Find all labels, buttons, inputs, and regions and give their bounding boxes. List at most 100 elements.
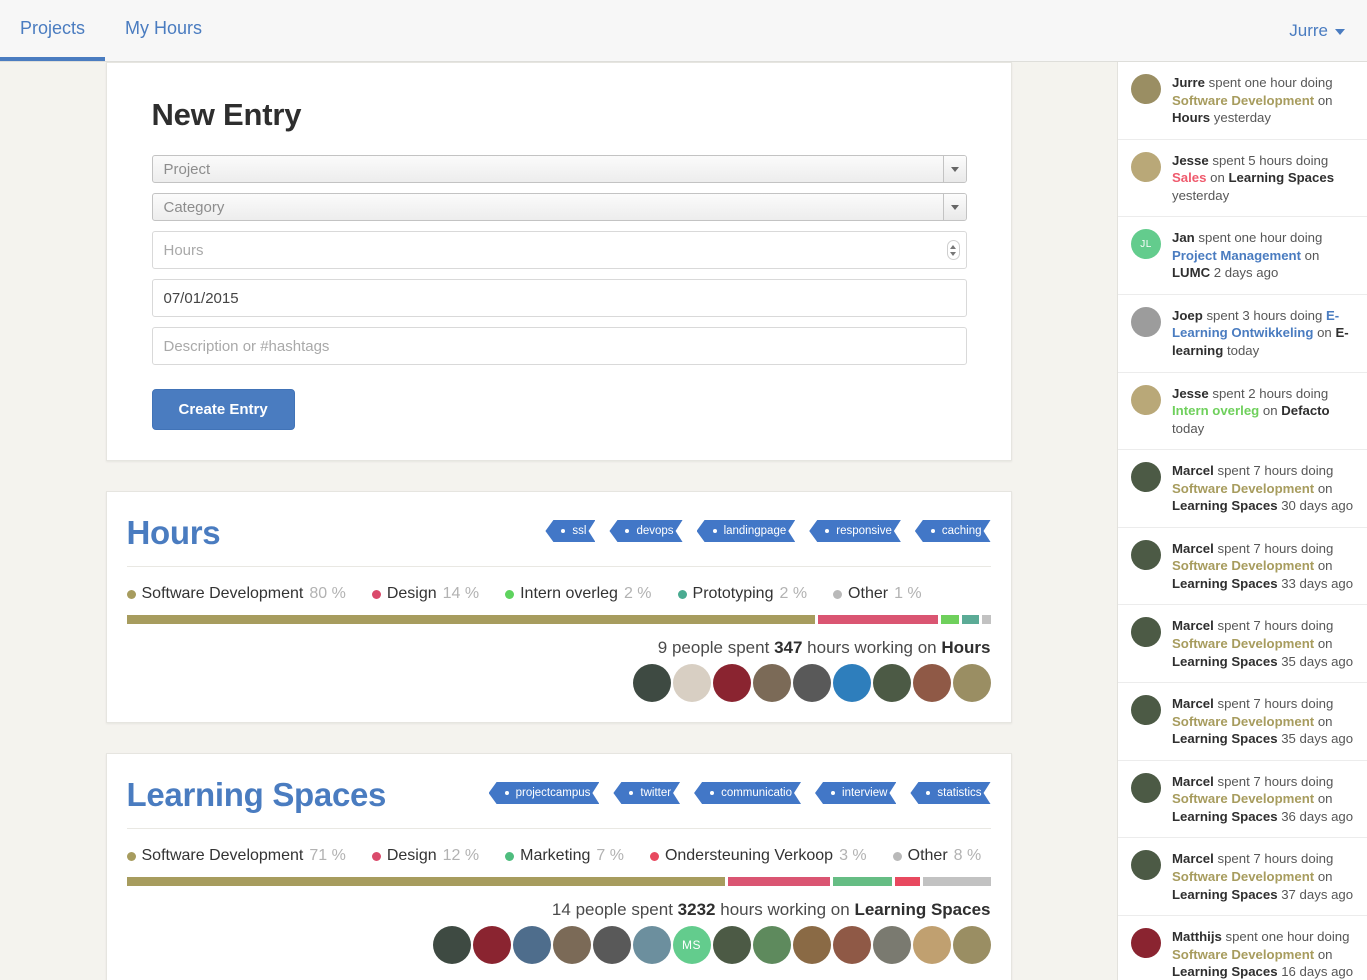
activity-project[interactable]: Learning Spaces [1172,809,1278,824]
activity-item[interactable]: JL Jan spent one hour doing Project Manag… [1118,217,1367,295]
tab-projects[interactable]: Projects [0,0,106,61]
avatar[interactable] [552,926,591,964]
activity-project[interactable]: Learning Spaces [1172,498,1278,513]
avatar[interactable] [832,926,871,964]
create-entry-button[interactable]: Create Entry [151,389,295,430]
tag-chip[interactable]: caching [915,520,991,542]
tag-chip[interactable]: devops [609,520,682,542]
avatar[interactable] [472,926,511,964]
activity-category[interactable]: Software Development [1172,947,1314,962]
tag-chip[interactable]: interview [815,782,896,804]
activity-category[interactable]: Intern overleg [1172,403,1259,418]
stepper-up-icon[interactable] [950,244,956,249]
activity-project[interactable]: Learning Spaces [1172,654,1278,669]
activity-item[interactable]: Marcel spent 7 hours doing Software Deve… [1118,528,1367,606]
tag-chip[interactable]: projectcampus [489,782,600,804]
avatar[interactable] [592,926,631,964]
activity-category[interactable]: Software Development [1172,558,1314,573]
activity-category[interactable]: Software Development [1172,714,1314,729]
activity-user[interactable]: Matthijs [1172,929,1222,944]
avatar[interactable] [1131,384,1161,415]
activity-item[interactable]: Jesse spent 5 hours doing Sales on Learn… [1118,140,1367,218]
activity-item[interactable]: Marcel spent 7 hours doing Software Deve… [1118,605,1367,684]
date-input[interactable] [151,279,967,317]
avatar[interactable] [952,664,991,702]
avatar[interactable] [1131,306,1161,337]
avatar[interactable] [952,926,991,964]
activity-project[interactable]: Defacto [1281,403,1329,418]
tag-chip[interactable]: twitter [613,782,680,804]
activity-category[interactable]: Software Development [1172,869,1314,884]
project-title[interactable]: Hours [127,514,221,552]
avatar[interactable] [712,926,751,964]
avatar[interactable] [792,664,831,702]
activity-category[interactable]: Software Development [1172,481,1314,496]
avatar[interactable] [912,926,951,964]
avatar[interactable] [1131,539,1161,570]
activity-project[interactable]: LUMC [1172,265,1210,280]
user-menu-button[interactable]: Jurre [1289,21,1345,41]
activity-item[interactable]: Matthijs spent one hour doing Software D… [1118,916,1367,980]
activity-user[interactable]: Jesse [1172,386,1209,401]
avatar[interactable] [912,664,951,702]
activity-user[interactable]: Marcel [1172,618,1214,633]
project-select-arrow[interactable] [942,156,966,182]
project-select[interactable]: Project [151,155,967,183]
avatar[interactable] [752,664,791,702]
avatar[interactable] [672,664,711,702]
activity-user[interactable]: Joep [1172,308,1203,323]
avatar[interactable] [872,926,911,964]
avatar[interactable]: MS [672,926,711,964]
activity-category[interactable]: Software Development [1172,791,1314,806]
quantity-stepper[interactable] [946,240,960,260]
activity-user[interactable]: Jesse [1172,153,1209,168]
activity-project[interactable]: Hours [1172,110,1210,125]
activity-user[interactable]: Marcel [1172,851,1214,866]
activity-item[interactable]: Jurre spent one hour doing Software Deve… [1118,62,1367,140]
avatar[interactable] [872,664,911,702]
avatar[interactable] [632,664,671,702]
tag-chip[interactable]: ssl [545,520,595,542]
avatar[interactable] [1131,617,1161,648]
tag-chip[interactable]: communicatio [694,782,801,804]
activity-user[interactable]: Marcel [1172,696,1214,711]
activity-category[interactable]: Project Management [1172,248,1301,263]
avatar[interactable] [1131,850,1161,881]
activity-item[interactable]: Marcel spent 7 hours doing Software Deve… [1118,838,1367,917]
avatar[interactable] [1131,695,1161,726]
project-title[interactable]: Learning Spaces [127,776,387,814]
tag-chip[interactable]: landingpage [697,520,796,542]
activity-project[interactable]: Learning Spaces [1228,170,1334,185]
activity-user[interactable]: Marcel [1172,541,1214,556]
activity-user[interactable]: Marcel [1172,463,1214,478]
avatar[interactable] [1131,74,1161,104]
avatar[interactable] [1131,772,1161,803]
activity-project[interactable]: Learning Spaces [1172,887,1278,902]
avatar[interactable] [752,926,791,964]
category-select[interactable]: Category [151,193,967,221]
hours-input[interactable] [151,231,967,269]
avatar[interactable] [512,926,551,964]
activity-project[interactable]: Learning Spaces [1172,964,1278,979]
activity-project[interactable]: Learning Spaces [1172,576,1278,591]
avatar[interactable] [832,664,871,702]
avatar[interactable] [712,664,751,702]
activity-user[interactable]: Jan [1172,230,1195,245]
category-select-arrow[interactable] [942,194,966,220]
stepper-down-icon[interactable] [950,251,956,256]
activity-user[interactable]: Marcel [1172,774,1214,789]
activity-item[interactable]: Marcel spent 7 hours doing Software Deve… [1118,450,1367,528]
activity-category[interactable]: Software Development [1172,636,1314,651]
tag-chip[interactable]: statistics [910,782,990,804]
tag-chip[interactable]: responsive [809,520,901,542]
avatar[interactable] [1131,151,1161,182]
avatar[interactable] [792,926,831,964]
activity-category[interactable]: Sales [1172,170,1206,185]
activity-item[interactable]: Jesse spent 2 hours doing Intern overleg… [1118,373,1367,451]
avatar[interactable] [1131,928,1161,959]
activity-item[interactable]: Marcel spent 7 hours doing Software Deve… [1118,761,1367,839]
activity-category[interactable]: Software Development [1172,93,1314,108]
activity-project[interactable]: Learning Spaces [1172,731,1278,746]
activity-item[interactable]: Marcel spent 7 hours doing Software Deve… [1118,683,1367,761]
avatar[interactable] [432,926,471,964]
